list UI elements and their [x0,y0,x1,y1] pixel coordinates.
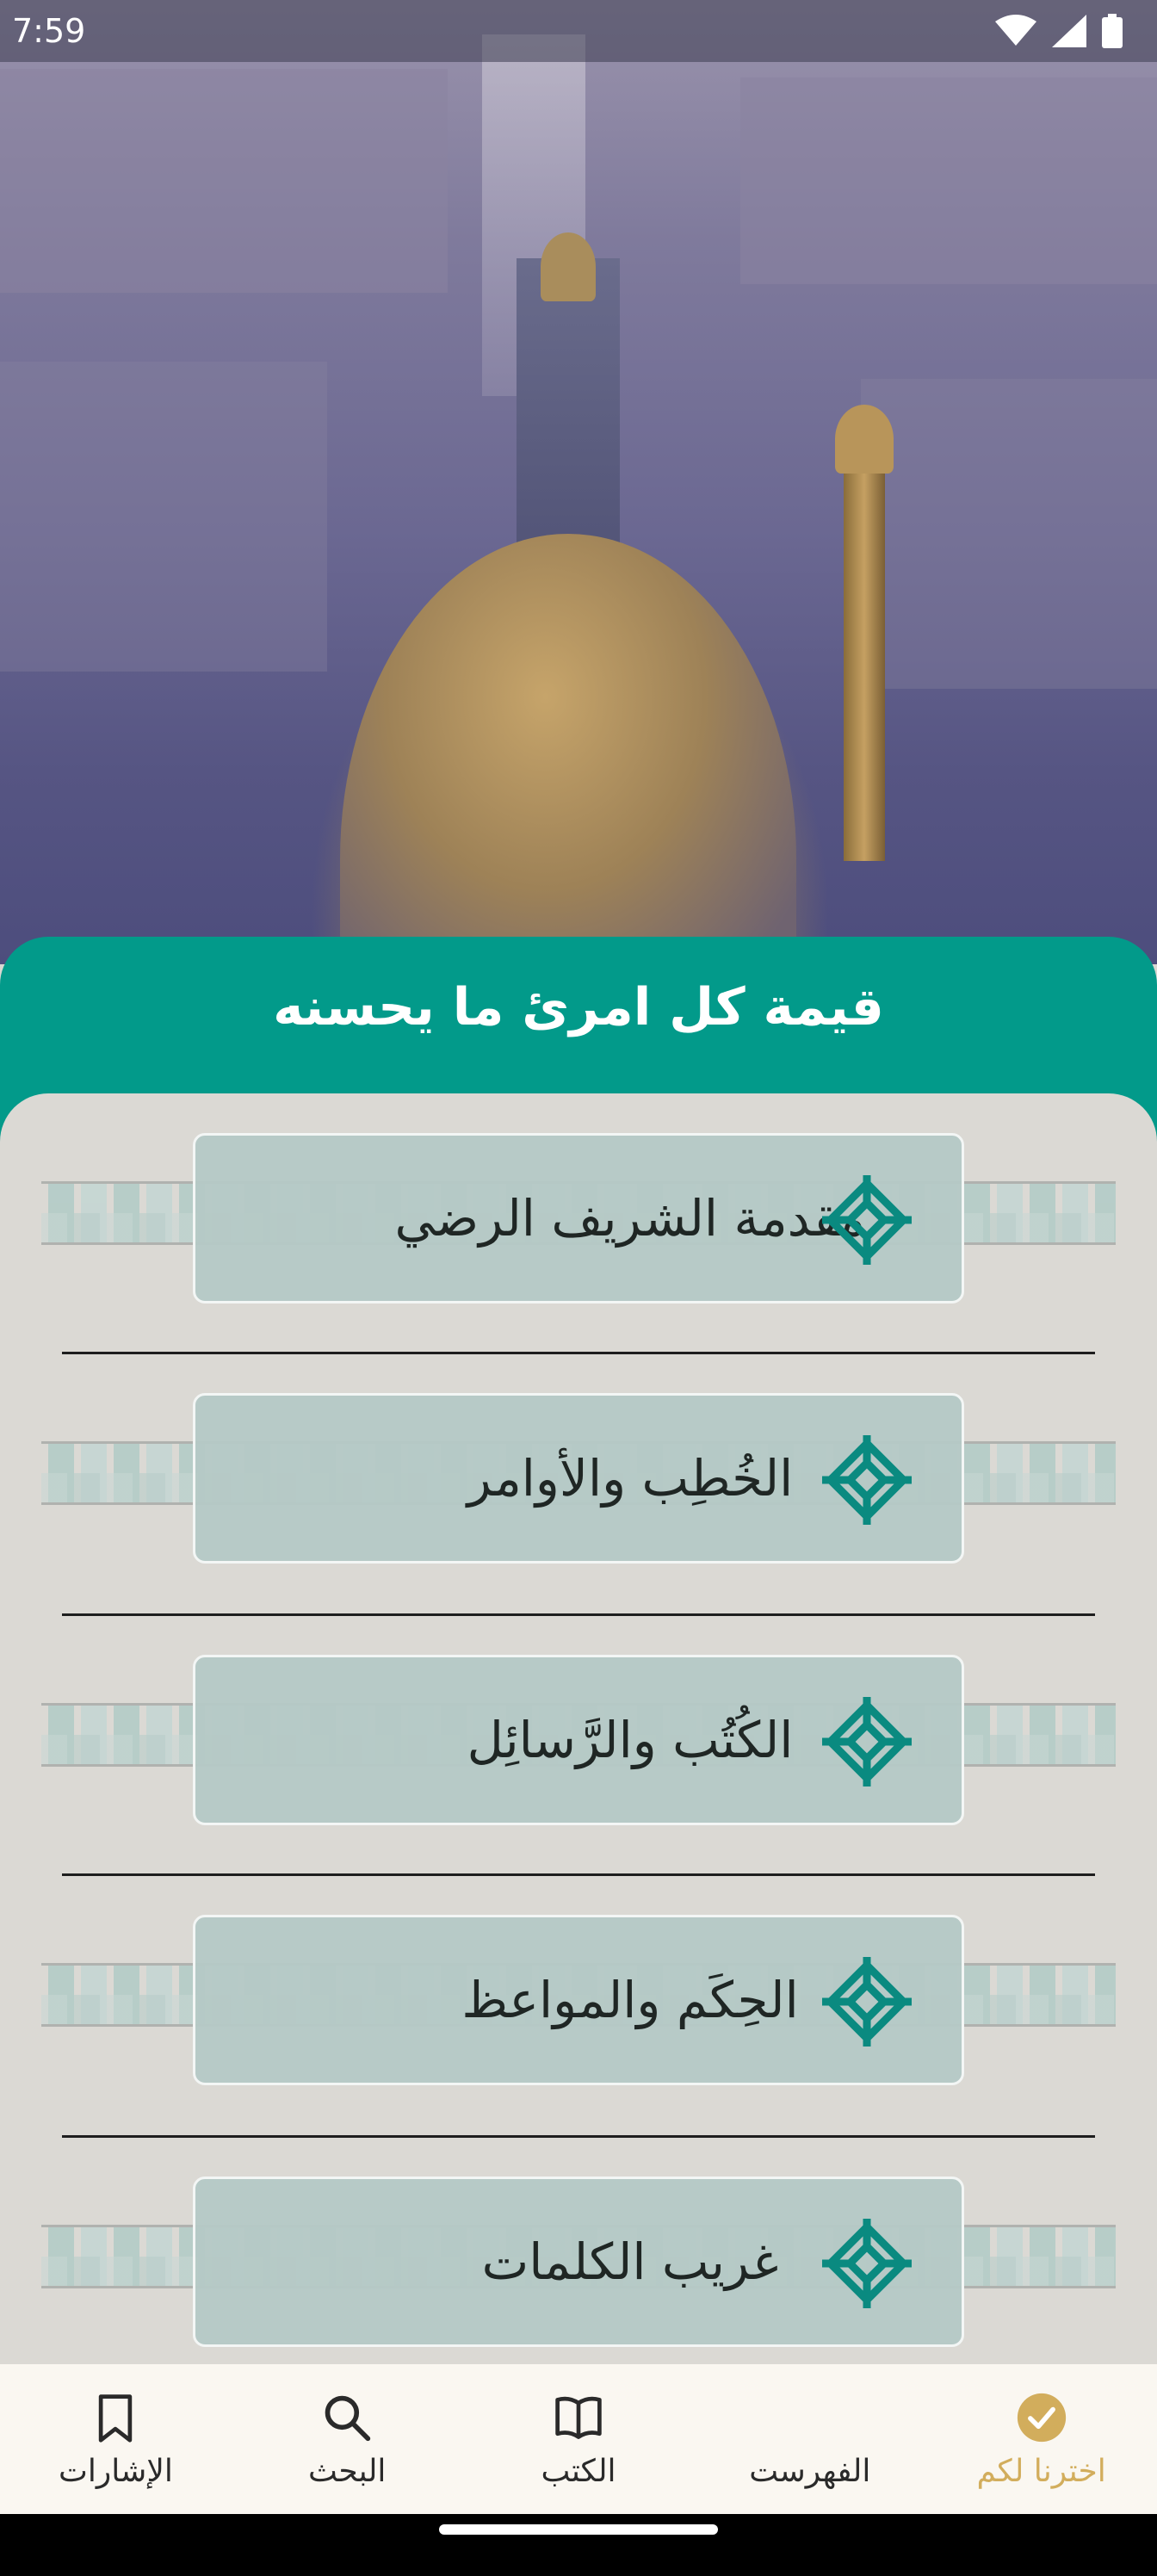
list-item: الخُطِب والأوامر [0,1393,1157,1565]
nav-label: الكتب [541,2453,616,2489]
separator [62,1613,1095,1616]
signal-icon [1052,15,1086,47]
nav-label: اخترنا لكم [976,2453,1106,2489]
separator [62,1873,1095,1876]
section-button[interactable]: مقدمة الشريف الرضي [193,1133,964,1303]
nav-label: الفهرست [749,2453,871,2489]
knot-ornament-icon [822,1697,912,1786]
battery-icon [1102,14,1123,48]
nav-label: البحث [308,2453,387,2489]
knot-ornament-icon [822,2219,912,2308]
nav-item-our-picks[interactable]: اخترنا لكم [925,2364,1157,2514]
nav-label: الإشارات [58,2453,173,2489]
separator [62,1352,1095,1354]
check-circle-icon [1017,2393,1066,2442]
nav-item-search[interactable]: البحث [232,2364,463,2514]
knot-ornament-icon [822,1957,912,2047]
nav-item-index[interactable]: الفهرست [694,2364,925,2514]
status-bar: 7:59 [0,0,1157,62]
section-label: غريب الكلمات [481,2232,779,2291]
section-label: الكُتُب والرَّسائِل [467,1711,794,1769]
list-item: غريب الكلمات [0,2177,1157,2349]
status-icons [995,14,1123,48]
list-item: الحِكَم والمواعظ [0,1915,1157,2087]
wifi-icon [995,15,1036,46]
bottom-navigation: اخترنا لكم الفهرست الكتب البحث الإشارات [0,2364,1157,2514]
section-label: مقدمة الشريف الرضي [394,1189,866,1248]
search-icon [325,2395,371,2441]
knot-ornament-icon [822,1435,912,1525]
home-gesture-handle[interactable] [439,2524,718,2535]
bookmark-icon [99,2393,133,2443]
gesture-bar [0,2514,1157,2576]
open-book-icon [555,2396,602,2439]
section-button[interactable]: الحِكَم والمواعظ [193,1915,964,2085]
list-item: الكُتُب والرَّسائِل [0,1655,1157,1827]
knot-ornament-icon [822,1175,912,1265]
nav-item-bookmarks[interactable]: الإشارات [0,2364,232,2514]
app-screen: 7:59 قيمة كل امرئ ما يحسنه مقدمة الشريف … [0,0,1157,2576]
separator [62,2135,1095,2138]
index-icon-placeholder [784,2390,836,2445]
shrine-hero-image [0,0,1157,999]
sections-list: مقدمة الشريف الرضي الخُطِب والأوامر الكُ… [0,1093,1157,2368]
section-button[interactable]: غريب الكلمات [193,2177,964,2347]
section-button[interactable]: الخُطِب والأوامر [193,1393,964,1564]
section-label: الخُطِب والأوامر [467,1449,794,1508]
status-time: 7:59 [12,12,86,50]
section-button[interactable]: الكُتُب والرَّسائِل [193,1655,964,1825]
list-item: مقدمة الشريف الرضي [0,1133,1157,1305]
quote-title: قيمة كل امرئ ما يحسنه [273,977,884,1037]
nav-item-books[interactable]: الكتب [463,2364,695,2514]
section-label: الحِكَم والمواعظ [461,1971,799,2029]
